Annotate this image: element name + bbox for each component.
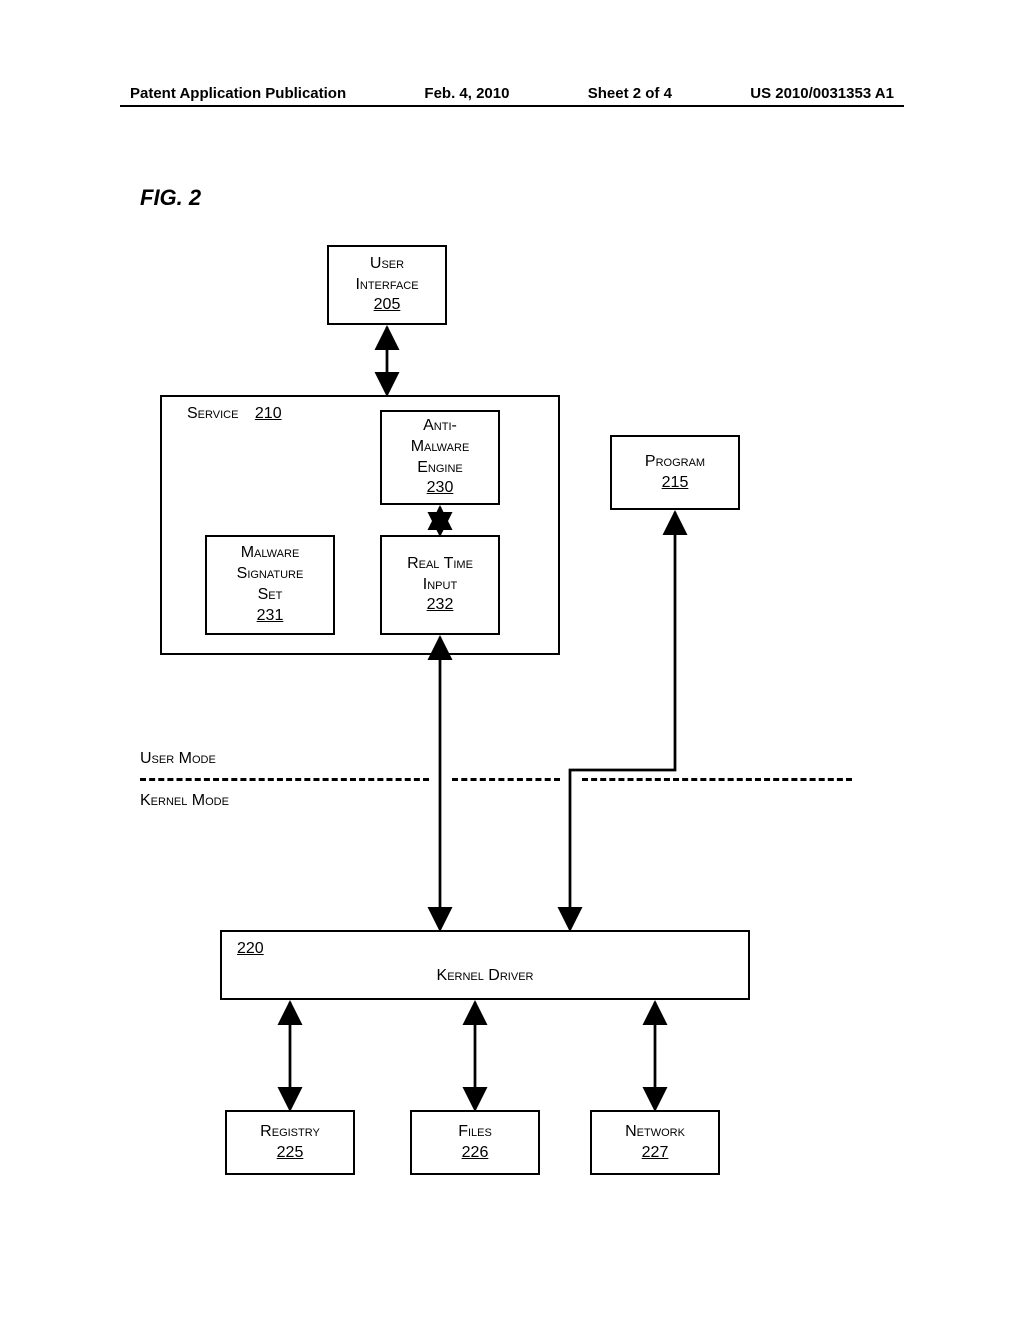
box-registry: Registry 225 — [225, 1110, 355, 1175]
rti-num: 232 — [427, 595, 454, 616]
dashed-mid — [452, 778, 560, 781]
header-date: Feb. 4, 2010 — [424, 85, 509, 102]
sigset-l1: Malware — [241, 543, 300, 564]
box-engine: Anti- Malware Engine 230 — [380, 410, 500, 505]
sigset-l3: Set — [258, 585, 283, 606]
kernel-mode-label: Kernel Mode — [140, 792, 229, 810]
dashed-left — [140, 778, 429, 781]
box-kernel-driver: 220 Kernel Driver — [220, 930, 750, 1000]
header-sheet: Sheet 2 of 4 — [588, 85, 672, 102]
diagram-arrows — [130, 230, 890, 1190]
kd-label: Kernel Driver — [222, 967, 748, 985]
header-title: Patent Application Publication — [130, 85, 346, 102]
box-program: Program 215 — [610, 435, 740, 510]
user-mode-label: User Mode — [140, 750, 216, 768]
files-num: 226 — [462, 1143, 489, 1164]
rti-l2: Input — [423, 575, 457, 596]
sigset-l2: Signature — [237, 564, 304, 585]
program-num: 215 — [662, 473, 689, 494]
sigset-num: 231 — [257, 606, 284, 627]
page-header: Patent Application Publication Feb. 4, 2… — [0, 85, 1024, 102]
box-sigset: Malware Signature Set 231 — [205, 535, 335, 635]
diagram: User Interface 205 Service 210 Anti- Mal… — [130, 230, 890, 1190]
box-user-interface: User Interface 205 — [327, 245, 447, 325]
registry-label: Registry — [260, 1122, 320, 1143]
kd-num: 220 — [237, 940, 264, 958]
header-docnum: US 2010/0031353 A1 — [750, 85, 894, 102]
engine-l3: Engine — [417, 458, 463, 479]
ui-label-1: User — [370, 254, 404, 275]
engine-num: 230 — [427, 478, 454, 499]
box-rti: Real Time Input 232 — [380, 535, 500, 635]
files-label: Files — [458, 1122, 492, 1143]
rti-l1: Real Time — [407, 554, 473, 575]
program-label: Program — [645, 452, 705, 473]
ui-label-2: Interface — [355, 275, 418, 296]
network-label: Network — [625, 1122, 685, 1143]
dashed-right — [582, 778, 852, 781]
network-num: 227 — [642, 1143, 669, 1164]
box-files: Files 226 — [410, 1110, 540, 1175]
ui-num: 205 — [374, 295, 401, 316]
engine-l1: Anti- — [423, 416, 457, 437]
registry-num: 225 — [277, 1143, 304, 1164]
header-rule — [120, 105, 904, 107]
figure-label: FIG. 2 — [140, 185, 201, 211]
service-num: 210 — [255, 405, 282, 422]
service-text: Service — [187, 405, 238, 422]
engine-l2: Malware — [411, 437, 470, 458]
service-label: Service 210 — [187, 405, 282, 423]
box-network: Network 227 — [590, 1110, 720, 1175]
